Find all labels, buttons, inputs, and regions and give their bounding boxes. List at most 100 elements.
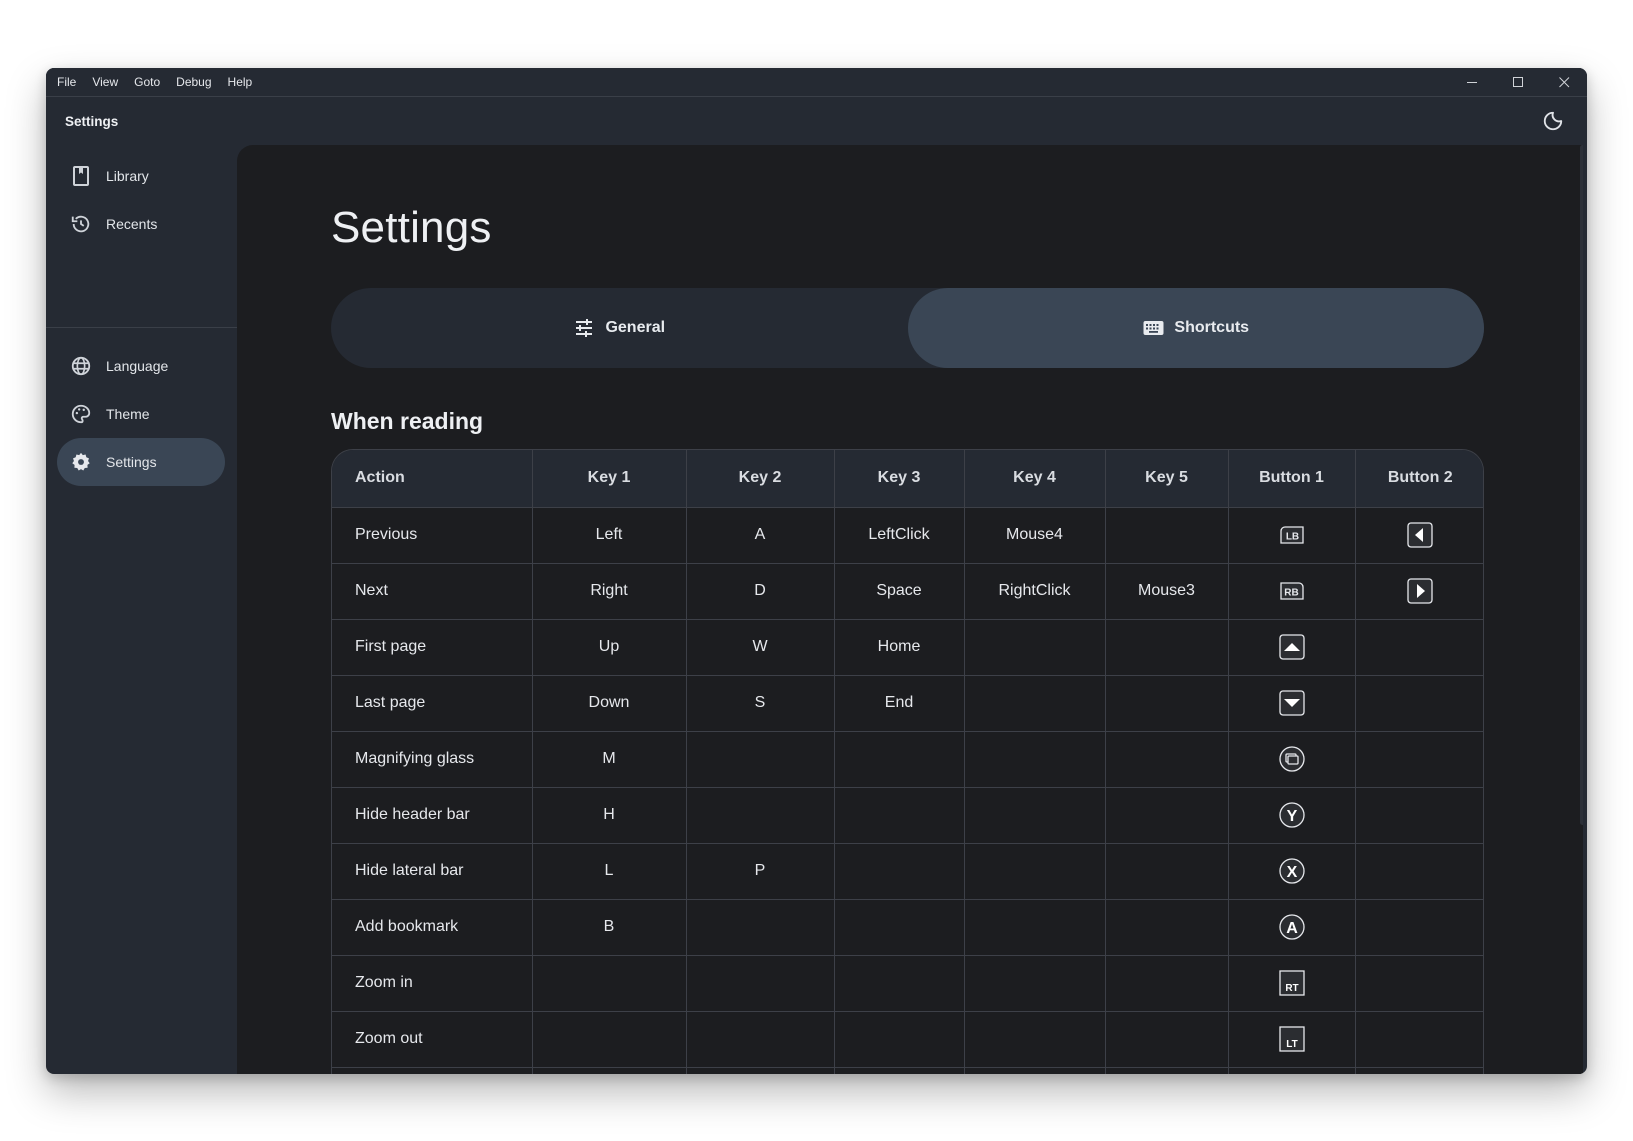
- scrollbar[interactable]: [1580, 145, 1583, 825]
- header-key5: Key 5: [1105, 450, 1229, 508]
- key3-cell[interactable]: [834, 955, 965, 1012]
- key1-cell[interactable]: Right: [532, 563, 687, 620]
- key4-cell[interactable]: [964, 899, 1106, 956]
- key2-cell[interactable]: [686, 731, 835, 788]
- sidebar-item-theme[interactable]: Theme: [57, 390, 225, 438]
- button1-cell[interactable]: [1228, 675, 1356, 732]
- key1-cell[interactable]: M: [532, 731, 687, 788]
- menu-goto[interactable]: Goto: [134, 75, 160, 89]
- key3-cell[interactable]: [834, 899, 965, 956]
- button2-cell[interactable]: [1355, 787, 1483, 844]
- button1-cell[interactable]: [1228, 731, 1356, 788]
- maximize-icon: [1512, 77, 1523, 87]
- key4-cell[interactable]: [964, 843, 1106, 900]
- key2-cell[interactable]: A: [686, 507, 835, 564]
- key3-cell[interactable]: LeftClick: [834, 507, 965, 564]
- minimize-button[interactable]: [1449, 68, 1495, 97]
- button1-cell[interactable]: Y: [1228, 787, 1356, 844]
- close-button[interactable]: [1541, 68, 1587, 97]
- key1-cell[interactable]: [532, 1067, 687, 1074]
- key5-cell[interactable]: [1105, 675, 1229, 732]
- key3-cell[interactable]: [834, 731, 965, 788]
- tab-general[interactable]: General: [331, 288, 908, 368]
- key1-cell[interactable]: Left: [532, 507, 687, 564]
- button2-cell[interactable]: [1355, 843, 1483, 900]
- button2-cell[interactable]: [1355, 731, 1483, 788]
- button1-cell[interactable]: LB: [1228, 507, 1356, 564]
- key5-cell[interactable]: [1105, 843, 1229, 900]
- button2-cell[interactable]: [1355, 1067, 1483, 1074]
- tab-shortcuts[interactable]: Shortcuts: [907, 288, 1484, 368]
- maximize-button[interactable]: [1495, 68, 1541, 97]
- key2-cell[interactable]: W: [686, 619, 835, 676]
- key3-cell[interactable]: [834, 1067, 965, 1074]
- key1-cell[interactable]: [532, 955, 687, 1012]
- menu-view[interactable]: View: [92, 75, 118, 89]
- button1-cell[interactable]: LT: [1228, 1011, 1356, 1068]
- button2-cell[interactable]: [1355, 507, 1483, 564]
- button1-cell[interactable]: RT: [1228, 955, 1356, 1012]
- key3-cell[interactable]: End: [834, 675, 965, 732]
- key5-cell[interactable]: [1105, 507, 1229, 564]
- key4-cell[interactable]: [964, 675, 1106, 732]
- key1-cell[interactable]: H: [532, 787, 687, 844]
- key5-cell[interactable]: [1105, 899, 1229, 956]
- key4-cell[interactable]: [964, 787, 1106, 844]
- sidebar-item-label: Library: [106, 168, 149, 184]
- button2-cell[interactable]: [1355, 619, 1483, 676]
- sidebar-item-language[interactable]: Language: [57, 342, 225, 390]
- key5-cell[interactable]: [1105, 1067, 1229, 1074]
- key3-cell[interactable]: [834, 843, 965, 900]
- key3-cell[interactable]: Space: [834, 563, 965, 620]
- key4-cell[interactable]: [964, 955, 1106, 1012]
- key4-cell[interactable]: [964, 619, 1106, 676]
- key5-cell[interactable]: [1105, 731, 1229, 788]
- key4-cell[interactable]: [964, 731, 1106, 788]
- key3-cell[interactable]: Home: [834, 619, 965, 676]
- key5-cell[interactable]: [1105, 619, 1229, 676]
- sidebar-item-settings[interactable]: Settings: [57, 438, 225, 486]
- key2-cell[interactable]: P: [686, 843, 835, 900]
- theme-toggle-button[interactable]: [1541, 109, 1565, 133]
- menu-help[interactable]: Help: [228, 75, 253, 89]
- button1-cell[interactable]: A: [1228, 899, 1356, 956]
- key4-cell[interactable]: [964, 1067, 1106, 1074]
- key5-cell[interactable]: [1105, 955, 1229, 1012]
- key1-cell[interactable]: L: [532, 843, 687, 900]
- menu-debug[interactable]: Debug: [176, 75, 211, 89]
- action-cell: Hide header bar: [332, 787, 533, 844]
- key1-cell[interactable]: Down: [532, 675, 687, 732]
- button1-cell[interactable]: X: [1228, 843, 1356, 900]
- key4-cell[interactable]: Mouse4: [964, 507, 1106, 564]
- key5-cell[interactable]: Mouse3: [1105, 563, 1229, 620]
- key2-cell[interactable]: [686, 899, 835, 956]
- menu-file[interactable]: File: [57, 75, 76, 89]
- sidebar-item-library[interactable]: Library: [57, 152, 225, 200]
- table-row: Next Right D Space RightClick Mouse3 RB: [332, 563, 1483, 620]
- key1-cell[interactable]: B: [532, 899, 687, 956]
- button2-cell[interactable]: [1355, 955, 1483, 1012]
- sidebar-item-recents[interactable]: Recents: [57, 200, 225, 248]
- button2-cell[interactable]: [1355, 563, 1483, 620]
- key2-cell[interactable]: S: [686, 675, 835, 732]
- button2-cell[interactable]: [1355, 675, 1483, 732]
- key5-cell[interactable]: [1105, 787, 1229, 844]
- key4-cell[interactable]: [964, 1011, 1106, 1068]
- key2-cell[interactable]: [686, 787, 835, 844]
- key1-cell[interactable]: [532, 1011, 687, 1068]
- key1-cell[interactable]: Up: [532, 619, 687, 676]
- button1-cell[interactable]: [1228, 619, 1356, 676]
- keyboard-icon: [1142, 317, 1164, 339]
- key2-cell[interactable]: [686, 1011, 835, 1068]
- button1-cell[interactable]: RB: [1228, 563, 1356, 620]
- key2-cell[interactable]: D: [686, 563, 835, 620]
- key3-cell[interactable]: [834, 1011, 965, 1068]
- button1-cell[interactable]: [1228, 1067, 1356, 1074]
- key2-cell[interactable]: [686, 955, 835, 1012]
- key3-cell[interactable]: [834, 787, 965, 844]
- key2-cell[interactable]: [686, 1067, 835, 1074]
- key5-cell[interactable]: [1105, 1011, 1229, 1068]
- button2-cell[interactable]: [1355, 899, 1483, 956]
- button2-cell[interactable]: [1355, 1011, 1483, 1068]
- key4-cell[interactable]: RightClick: [964, 563, 1106, 620]
